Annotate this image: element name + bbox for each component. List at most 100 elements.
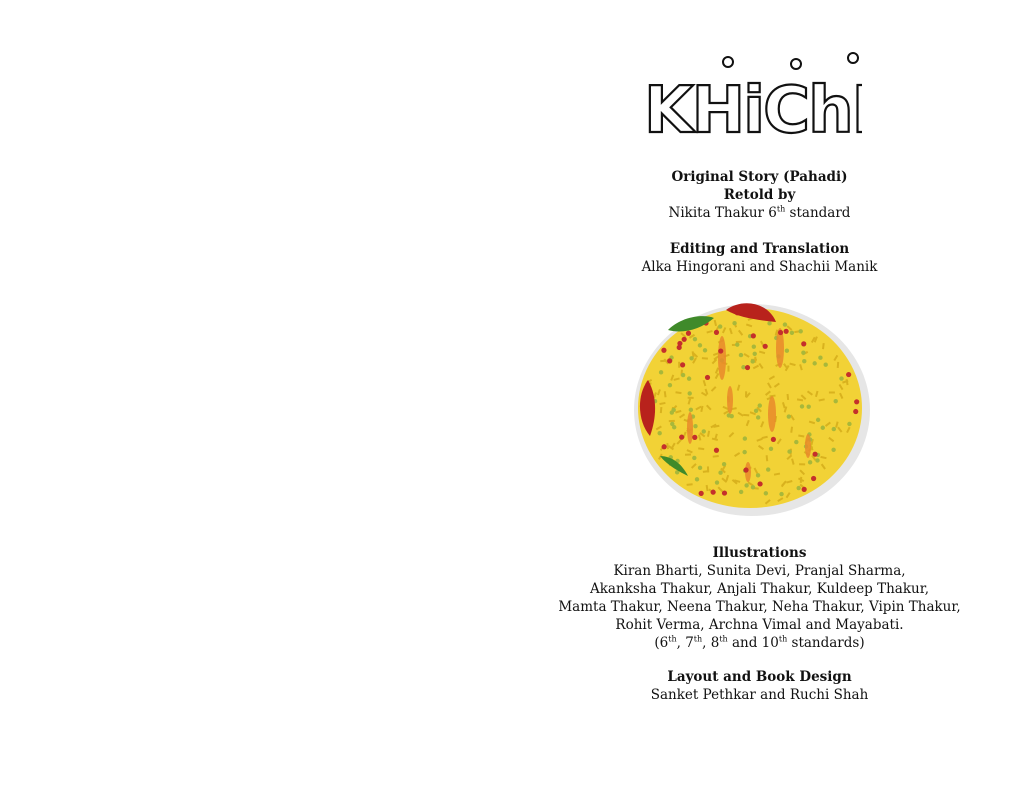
pea-dot xyxy=(794,439,799,445)
illustrators-line-2: Akanksha Thakur, Anjali Thakur, Kuldeep … xyxy=(589,581,929,597)
pea-dot xyxy=(765,467,771,472)
story-credits: Original Story (Pahadi) Retold by Nikita… xyxy=(506,168,1013,276)
retold-by-heading: Retold by xyxy=(723,187,796,203)
pea-dot xyxy=(697,343,703,348)
illustrators-line-3: Mamta Thakur, Neena Thakur, Neha Thakur,… xyxy=(558,599,961,615)
pea-dot xyxy=(789,330,795,336)
retold-by-sup: th xyxy=(776,204,786,214)
red-dot xyxy=(846,371,852,378)
pea-dot xyxy=(753,408,759,413)
pea-dot xyxy=(721,461,727,467)
red-dot xyxy=(801,486,807,492)
red-dot xyxy=(854,399,860,405)
rice-speckle xyxy=(668,419,675,423)
book-title: KHiChDi xyxy=(644,74,862,142)
rice-speckle xyxy=(799,463,806,466)
illustrators-line-4: Rohit Verma, Archna Vimal and Mayabati. xyxy=(615,617,904,633)
rice-speckle xyxy=(727,365,730,372)
title-page: KHiChDi Original Story (Pahadi) Retold b… xyxy=(506,0,1013,787)
pea-dot xyxy=(750,485,756,490)
carrot-strip xyxy=(718,336,726,380)
red-dot xyxy=(811,475,817,482)
retold-by-name: Nikita Thakur 6 xyxy=(668,205,777,221)
pea-dot xyxy=(701,429,706,434)
pea-dot xyxy=(796,485,801,491)
pea-dot xyxy=(755,473,761,478)
carrot-strip xyxy=(805,434,811,458)
pea-dot xyxy=(763,491,769,496)
pea-dot xyxy=(812,361,817,366)
red-dot xyxy=(777,329,784,336)
editing-names: Alka Hingorani and Shachii Manik xyxy=(641,259,878,275)
std-sep-1: , 7 xyxy=(676,635,694,651)
red-dot xyxy=(661,444,667,450)
red-dot xyxy=(685,330,692,336)
pea-dot xyxy=(802,358,807,364)
pea-dot xyxy=(767,321,772,326)
pea-dot xyxy=(768,446,774,451)
illustration-credits: Illustrations Kiran Bharti, Sunita Devi,… xyxy=(506,544,1013,652)
pea-dot xyxy=(815,458,820,463)
pea-dot xyxy=(687,391,692,396)
pea-dot xyxy=(839,376,844,381)
std-sup-2: th xyxy=(693,634,703,644)
retold-by-suffix: standard xyxy=(785,205,851,221)
standards-line: (6th, 7th, 8th and 10th standards) xyxy=(506,634,1013,652)
rice-speckle xyxy=(828,391,835,394)
book-title-lettering: KHiChDi xyxy=(640,46,926,149)
pea-dot xyxy=(744,483,749,488)
illustrators-line-1: Kiran Bharti, Sunita Devi, Pranjal Sharm… xyxy=(613,563,906,579)
red-dot xyxy=(721,490,728,496)
pea-dot xyxy=(784,348,790,353)
carrot-strip xyxy=(727,386,733,414)
red-dot xyxy=(757,481,763,487)
std-close: standards) xyxy=(787,635,865,651)
red-dot xyxy=(680,362,686,368)
pea-dot xyxy=(732,320,737,326)
blank-left-page xyxy=(0,0,506,787)
pea-dot xyxy=(820,425,825,430)
carrot-strip xyxy=(687,412,693,444)
pea-dot xyxy=(755,415,761,420)
red-dot xyxy=(770,436,776,443)
pea-dot xyxy=(818,355,823,360)
pea-dot xyxy=(807,460,813,465)
pea-dot xyxy=(702,348,708,353)
rice-speckle xyxy=(687,396,694,399)
pea-dot xyxy=(658,370,664,375)
pea-dot xyxy=(718,470,723,475)
pea-dot xyxy=(680,372,686,378)
pea-dot xyxy=(671,425,677,430)
layout-names: Sanket Pethkar and Ruchi Shah xyxy=(650,687,869,703)
pea-dot xyxy=(657,430,662,436)
pea-dot xyxy=(786,414,792,419)
khichdi-illustration xyxy=(630,296,872,518)
red-dot xyxy=(743,467,749,473)
pea-dot xyxy=(693,423,698,429)
pea-dot xyxy=(798,329,803,334)
pea-dot xyxy=(752,351,757,357)
pea-dot xyxy=(714,480,720,485)
red-dot xyxy=(762,343,768,349)
std-sup-1: th xyxy=(668,634,677,644)
pea-dot xyxy=(799,404,805,409)
layout-credits: Layout and Book Design Sanket Pethkar an… xyxy=(506,668,1013,704)
pea-dot xyxy=(806,404,811,409)
illustrations-heading: Illustrations xyxy=(712,545,807,561)
carrot-strip xyxy=(768,396,776,432)
pea-dot xyxy=(847,421,852,427)
pea-dot xyxy=(787,449,792,454)
pea-dot xyxy=(735,342,740,347)
red-dot xyxy=(681,336,687,342)
red-dot xyxy=(704,374,711,381)
std-sup-4: th xyxy=(778,634,788,644)
editing-heading: Editing and Translation xyxy=(669,241,850,257)
red-dot xyxy=(698,490,704,496)
pea-dot xyxy=(692,336,698,342)
red-dot xyxy=(710,489,716,495)
rice-speckle xyxy=(684,453,692,456)
red-dot xyxy=(801,341,807,347)
pea-dot xyxy=(751,344,757,349)
original-story-heading: Original Story (Pahadi) xyxy=(671,169,848,185)
pea-dot xyxy=(694,477,700,482)
